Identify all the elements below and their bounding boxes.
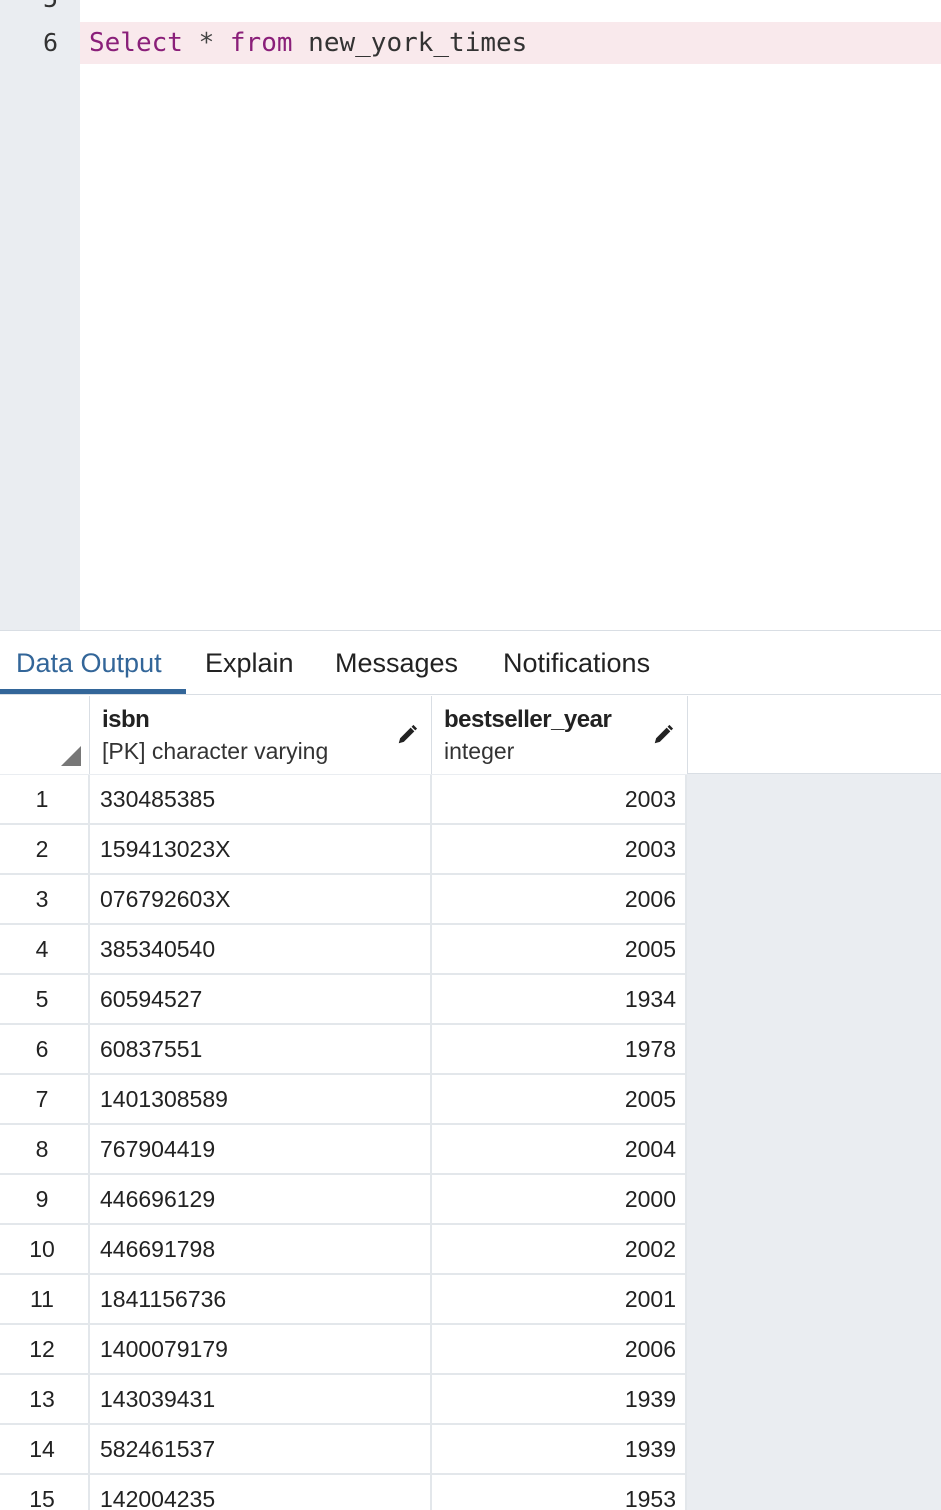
bestseller-year-cell[interactable]: 2003	[432, 775, 687, 823]
isbn-cell[interactable]: 1400079179	[90, 1325, 432, 1373]
bestseller-year-cell[interactable]: 2005	[432, 925, 687, 973]
isbn-cell[interactable]: 143039431	[90, 1375, 432, 1423]
active-tab-indicator	[0, 689, 186, 694]
bestseller-year-cell[interactable]: 2000	[432, 1175, 687, 1223]
isbn-cell[interactable]: 446691798	[90, 1225, 432, 1273]
isbn-cell[interactable]: 446696129	[90, 1175, 432, 1223]
table-row[interactable]: 3 076792603X 2006	[0, 875, 687, 925]
line-number: 5	[0, 0, 58, 20]
line-number: 6	[42, 28, 58, 57]
table-row[interactable]: 6 60837551 1978	[0, 1025, 687, 1075]
row-number-cell[interactable]: 15	[0, 1475, 90, 1510]
bestseller-year-cell[interactable]: 2006	[432, 875, 687, 923]
tab-data-output[interactable]: Data Output	[16, 631, 162, 695]
table-row[interactable]: 15 142004235 1953	[0, 1475, 687, 1510]
data-output-grid[interactable]: isbn [PK] character varying bestseller_y…	[0, 696, 941, 1510]
table-row[interactable]: 8 767904419 2004	[0, 1125, 687, 1175]
isbn-cell[interactable]: 385340540	[90, 925, 432, 973]
bestseller-year-cell[interactable]: 2001	[432, 1275, 687, 1323]
tab-notifications[interactable]: Notifications	[503, 631, 650, 695]
code-line-active[interactable]: Select * from new_york_times	[80, 22, 941, 64]
sql-table-name: new_york_times	[308, 28, 528, 58]
bestseller-year-cell[interactable]: 1939	[432, 1375, 687, 1423]
bestseller-year-cell[interactable]: 2006	[432, 1325, 687, 1373]
isbn-cell[interactable]: 60594527	[90, 975, 432, 1023]
tab-explain[interactable]: Explain	[205, 631, 294, 695]
bestseller-year-cell[interactable]: 2004	[432, 1125, 687, 1173]
table-row[interactable]: 13 143039431 1939	[0, 1375, 687, 1425]
column-name: isbn	[102, 706, 150, 733]
isbn-cell[interactable]: 1401308589	[90, 1075, 432, 1123]
bestseller-year-cell[interactable]: 1978	[432, 1025, 687, 1073]
isbn-cell[interactable]: 1841156736	[90, 1275, 432, 1323]
column-name: bestseller_year	[444, 706, 612, 733]
row-number-cell[interactable]: 8	[0, 1125, 90, 1173]
isbn-cell[interactable]: 076792603X	[90, 875, 432, 923]
row-number-cell[interactable]: 6	[0, 1025, 90, 1073]
pencil-icon[interactable]	[396, 724, 418, 746]
sql-operator-star: *	[198, 28, 215, 58]
row-number-cell[interactable]: 5	[0, 975, 90, 1023]
results-tab-bar: Data Output Explain Messages Notificatio…	[0, 630, 941, 695]
row-number-cell[interactable]: 2	[0, 825, 90, 873]
row-number-cell[interactable]: 11	[0, 1275, 90, 1323]
table-row[interactable]: 4 385340540 2005	[0, 925, 687, 975]
table-row[interactable]: 9 446696129 2000	[0, 1175, 687, 1225]
isbn-cell[interactable]: 767904419	[90, 1125, 432, 1173]
sql-keyword-select: Select	[89, 28, 183, 58]
column-header-bestseller-year[interactable]: bestseller_year integer	[432, 696, 688, 774]
column-type: [PK] character varying	[102, 738, 329, 764]
sql-keyword-from: from	[229, 28, 293, 58]
isbn-cell[interactable]: 159413023X	[90, 825, 432, 873]
isbn-cell[interactable]: 582461537	[90, 1425, 432, 1473]
row-number-cell[interactable]: 1	[0, 775, 90, 823]
row-number-cell[interactable]: 4	[0, 925, 90, 973]
row-number-cell[interactable]: 7	[0, 1075, 90, 1123]
isbn-cell[interactable]: 60837551	[90, 1025, 432, 1073]
isbn-cell[interactable]: 330485385	[90, 775, 432, 823]
isbn-cell[interactable]: 142004235	[90, 1475, 432, 1510]
bestseller-year-cell[interactable]: 2002	[432, 1225, 687, 1273]
corner-triangle-icon	[61, 746, 81, 766]
sql-editor[interactable]: 5 6 Select * from new_york_times	[0, 0, 941, 630]
select-all-corner[interactable]	[0, 696, 90, 774]
table-row[interactable]: 12 1400079179 2006	[0, 1325, 687, 1375]
table-row[interactable]: 7 1401308589 2005	[0, 1075, 687, 1125]
row-number-cell[interactable]: 9	[0, 1175, 90, 1223]
column-header-isbn[interactable]: isbn [PK] character varying	[90, 696, 432, 774]
bestseller-year-cell[interactable]: 1934	[432, 975, 687, 1023]
row-number-cell[interactable]: 10	[0, 1225, 90, 1273]
line-number-gutter: 5 6	[0, 0, 80, 630]
table-row[interactable]: 5 60594527 1934	[0, 975, 687, 1025]
table-row[interactable]: 10 446691798 2002	[0, 1225, 687, 1275]
row-number-cell[interactable]: 14	[0, 1425, 90, 1473]
tab-messages[interactable]: Messages	[335, 631, 458, 695]
row-number-cell[interactable]: 3	[0, 875, 90, 923]
bestseller-year-cell[interactable]: 1953	[432, 1475, 687, 1510]
pencil-icon[interactable]	[652, 724, 674, 746]
grid-header-row: isbn [PK] character varying bestseller_y…	[0, 696, 941, 774]
row-number-cell[interactable]: 12	[0, 1325, 90, 1373]
bestseller-year-cell[interactable]: 2003	[432, 825, 687, 873]
column-type: integer	[444, 738, 515, 764]
table-row[interactable]: 11 1841156736 2001	[0, 1275, 687, 1325]
table-row[interactable]: 1 330485385 2003	[0, 775, 687, 825]
bestseller-year-cell[interactable]: 2005	[432, 1075, 687, 1123]
table-row[interactable]: 2 159413023X 2003	[0, 825, 687, 875]
bestseller-year-cell[interactable]: 1939	[432, 1425, 687, 1473]
table-row[interactable]: 14 582461537 1939	[0, 1425, 687, 1475]
row-number-cell[interactable]: 13	[0, 1375, 90, 1423]
